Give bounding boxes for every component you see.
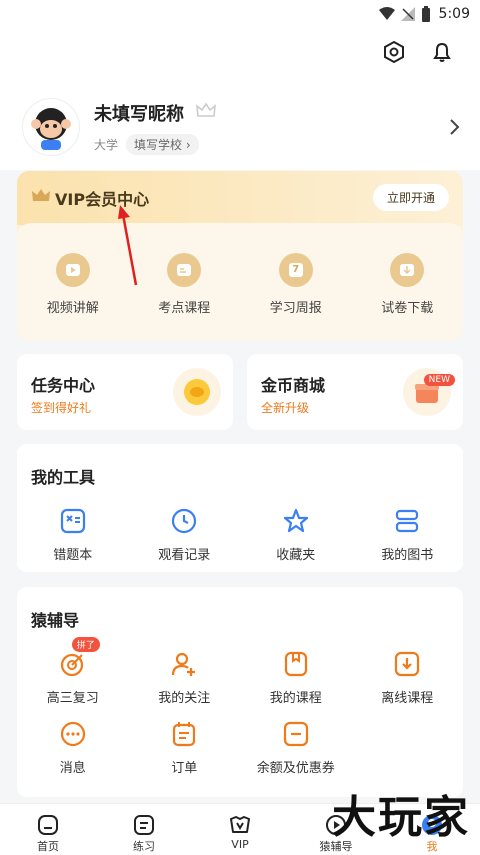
play-icon [55, 253, 90, 287]
tool-favorites[interactable]: 收藏夹 [240, 506, 352, 563]
star-icon [281, 506, 311, 536]
ape-label: 消息 [59, 761, 86, 776]
annotation-arrow [118, 205, 138, 286]
status-time: 5:09 [438, 6, 470, 22]
vip-open-button[interactable]: 立即开通 [372, 184, 449, 211]
offline-download-icon [392, 649, 422, 679]
calendar-icon: 7 [278, 253, 313, 287]
wrong-book-icon [58, 506, 88, 536]
order-icon [169, 719, 199, 749]
ape-grid-row-1: 拼了 高三复习 我的关注 我的课程 离线课程 [17, 637, 464, 706]
ape-my-courses[interactable]: 我的课程 [240, 649, 352, 706]
vip-item-weekly[interactable]: 7 学习周报 [246, 253, 346, 341]
coin-mall-subtitle: 全新升级 [261, 401, 310, 415]
settings-button[interactable] [380, 38, 408, 66]
ape-label: 我的课程 [269, 691, 322, 706]
watermark: 大玩家 [332, 792, 470, 843]
ape-section: 猿辅导 拼了 高三复习 我的关注 我的课程 离线课程 消息 订单 余额及优惠券 [17, 587, 463, 797]
practice-icon [134, 815, 154, 835]
vip-icon [230, 816, 250, 833]
chevron-right-icon[interactable] [448, 118, 460, 136]
tab-label: 首页 [37, 840, 59, 853]
ape-orders[interactable]: 订单 [129, 719, 241, 776]
ape-label: 高三复习 [46, 691, 99, 706]
top-bar [0, 28, 480, 100]
ape-messages[interactable]: 消息 [17, 719, 129, 776]
ape-label: 余额及优惠券 [256, 761, 335, 776]
vip-item-course[interactable]: 考点课程 [134, 253, 234, 341]
tab-label: 练习 [133, 840, 155, 853]
vip-features: 视频讲解 考点课程 7 学习周报 试卷下载 [17, 223, 463, 341]
message-icon [58, 719, 88, 749]
task-center-subtitle: 签到得好礼 [31, 401, 92, 415]
ape-wallet[interactable]: 余额及优惠券 [240, 719, 352, 776]
ape-label: 我的关注 [158, 691, 211, 706]
my-course-icon [281, 649, 311, 679]
vip-item-download[interactable]: 试卷下载 [357, 253, 457, 341]
tab-home[interactable]: 首页 [0, 804, 96, 855]
ape-label: 离线课程 [381, 691, 434, 706]
notification-button[interactable] [428, 38, 456, 66]
tool-label: 观看记录 [158, 548, 211, 563]
nickname[interactable]: 未填写昵称 [94, 100, 184, 126]
task-center-title: 任务中心 [31, 376, 96, 395]
tab-vip[interactable]: VIP [192, 804, 288, 855]
tab-label: VIP [231, 838, 249, 851]
task-center-card[interactable]: 任务中心 签到得好礼 [17, 354, 233, 430]
avatar[interactable] [22, 98, 80, 156]
ape-review[interactable]: 拼了 高三复习 [17, 637, 129, 706]
education-level: 大学 [94, 138, 119, 152]
tab-practice[interactable]: 练习 [96, 804, 192, 855]
vip-crown-icon [32, 189, 50, 201]
ape-following[interactable]: 我的关注 [129, 649, 241, 706]
vip-card[interactable]: VIP会员中心 立即开通 视频讲解 考点课程 7 学习周报 试卷下载 [17, 171, 463, 341]
vip-item-label: 考点课程 [158, 301, 211, 316]
crown-icon [196, 102, 216, 117]
monkey-avatar-icon [31, 108, 71, 150]
bell-icon [433, 42, 451, 62]
vip-item-label: 试卷下载 [381, 301, 434, 316]
tool-wrong-book[interactable]: 错题本 [17, 506, 129, 563]
coin-mall-title: 金币商城 [261, 376, 326, 395]
vip-item-label: 学习周报 [269, 301, 322, 316]
review-tag: 拼了 [71, 637, 100, 652]
course-icon [167, 253, 202, 287]
coin-gift-icon [173, 368, 221, 416]
target-icon: 拼了 [58, 637, 100, 679]
school-button[interactable]: 填写学校 › [126, 134, 199, 155]
profile-section[interactable]: 未填写昵称 大学 填写学校 › [0, 98, 480, 170]
tool-watch-history[interactable]: 观看记录 [129, 506, 241, 563]
download-icon [390, 253, 425, 287]
wallet-icon [281, 719, 311, 749]
calendar-icon-number: 7 [288, 263, 303, 277]
battery-icon [421, 6, 430, 22]
home-icon [38, 815, 58, 835]
settings-icon [384, 40, 404, 64]
ape-title: 猿辅导 [31, 611, 80, 630]
tool-label: 收藏夹 [276, 548, 316, 563]
tools-grid: 错题本 观看记录 收藏夹 我的图书 [17, 506, 463, 563]
vip-item-label: 视频讲解 [46, 301, 99, 316]
school-button-label: 填写学校 [134, 138, 183, 152]
user-add-icon [169, 649, 199, 679]
tool-label: 错题本 [53, 548, 93, 563]
wifi-icon [378, 7, 395, 20]
ape-offline-courses[interactable]: 离线课程 [352, 649, 464, 706]
new-badge: NEW [423, 374, 455, 386]
tools-title: 我的工具 [31, 468, 96, 487]
vip-item-video[interactable]: 视频讲解 [23, 253, 123, 341]
clock-icon [169, 506, 199, 536]
signal-off-icon [400, 7, 415, 21]
books-icon [392, 506, 422, 536]
vip-header: VIP会员中心 立即开通 [17, 171, 463, 225]
tool-label: 我的图书 [381, 548, 434, 563]
ape-label: 订单 [171, 761, 198, 776]
tool-my-books[interactable]: 我的图书 [352, 506, 464, 563]
tools-section: 我的工具 错题本 观看记录 收藏夹 我的图书 [17, 444, 463, 572]
ape-grid-row-2: 消息 订单 余额及优惠券 [17, 719, 463, 776]
coin-mall-card[interactable]: 金币商城 全新升级 NEW [247, 354, 463, 430]
status-bar: 5:09 [0, 0, 480, 28]
